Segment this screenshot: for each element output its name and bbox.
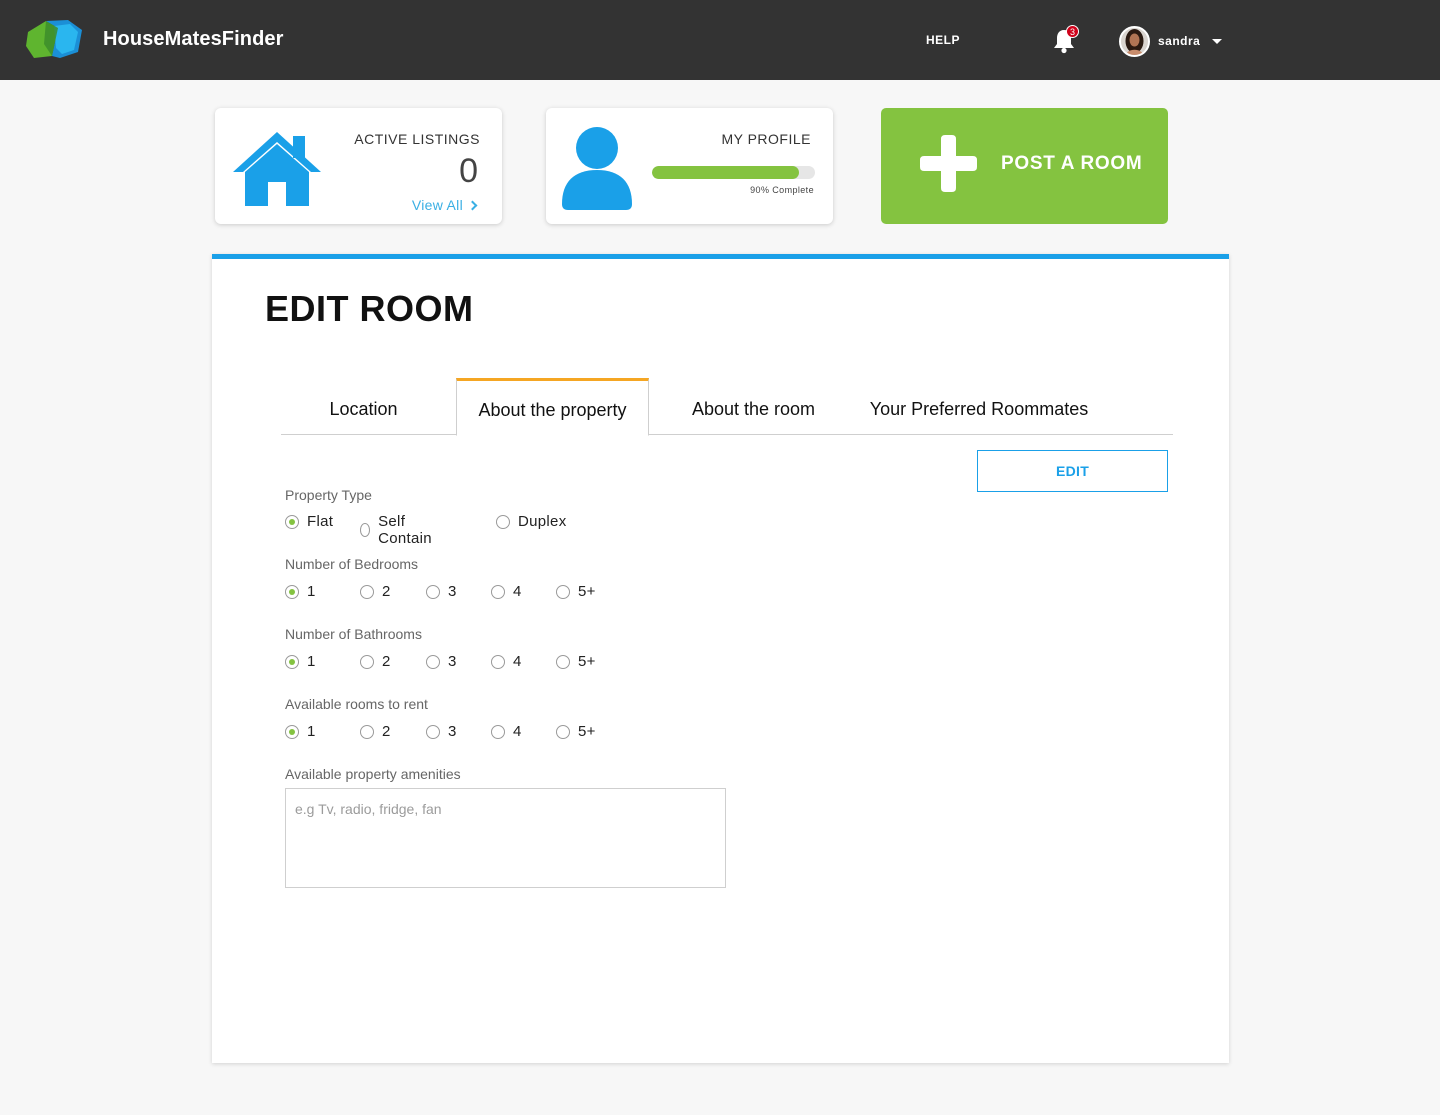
edit-button[interactable]: EDIT bbox=[977, 450, 1168, 492]
radio-dot[interactable] bbox=[285, 724, 299, 739]
radio-label: 5+ bbox=[578, 583, 596, 600]
active-listings-count: 0 bbox=[459, 152, 478, 190]
radio-rooms-3[interactable]: 3 bbox=[426, 723, 457, 740]
radio-label: 2 bbox=[382, 723, 391, 740]
radio-dot[interactable] bbox=[285, 584, 299, 599]
radio-rooms-1[interactable]: 1 bbox=[285, 723, 316, 740]
radio-label: 4 bbox=[513, 583, 522, 600]
radio-bathrooms-4[interactable]: 4 bbox=[491, 653, 522, 670]
profile-progress-bar bbox=[652, 166, 815, 179]
active-listings-card: ACTIVE LISTINGS 0 View All bbox=[215, 108, 502, 224]
plus-icon bbox=[920, 135, 977, 192]
tab-location[interactable]: Location bbox=[281, 378, 446, 435]
radio-dot[interactable] bbox=[496, 514, 510, 529]
radio-dot[interactable] bbox=[556, 724, 570, 739]
radio-rooms-2[interactable]: 2 bbox=[360, 723, 391, 740]
tab-bar: Location About the property About the ro… bbox=[281, 378, 1173, 436]
radio-bathrooms-1[interactable]: 1 bbox=[285, 653, 316, 670]
radio-bathrooms-5plus[interactable]: 5+ bbox=[556, 653, 596, 670]
radio-rooms-4[interactable]: 4 bbox=[491, 723, 522, 740]
radio-bathrooms-2[interactable]: 2 bbox=[360, 653, 391, 670]
house-icon bbox=[233, 132, 321, 206]
rooms-to-rent-label: Available rooms to rent bbox=[285, 696, 428, 712]
radio-bedrooms-4[interactable]: 4 bbox=[491, 583, 522, 600]
radio-label: 1 bbox=[307, 723, 316, 740]
tab-about-property[interactable]: About the property bbox=[456, 378, 649, 436]
radio-label: Self Contain bbox=[378, 513, 432, 547]
radio-label: 3 bbox=[448, 723, 457, 740]
radio-dot[interactable] bbox=[426, 724, 440, 739]
user-menu[interactable]: sandra bbox=[1119, 25, 1223, 57]
view-all-label: View All bbox=[411, 197, 463, 213]
top-navbar: HouseMatesFinder HELP 3 sandra bbox=[0, 0, 1440, 80]
bedrooms-label: Number of Bedrooms bbox=[285, 556, 419, 572]
radio-dot[interactable] bbox=[491, 724, 505, 739]
radio-dot[interactable] bbox=[491, 584, 505, 599]
radio-bedrooms-3[interactable]: 3 bbox=[426, 583, 457, 600]
radio-dot[interactable] bbox=[426, 584, 440, 599]
radio-label: 1 bbox=[307, 583, 316, 600]
post-a-room-label: POST A ROOM bbox=[1001, 153, 1143, 174]
radio-dot[interactable] bbox=[285, 654, 299, 669]
radio-dot[interactable] bbox=[285, 514, 299, 529]
radio-label: 4 bbox=[513, 723, 522, 740]
notification-badge: 3 bbox=[1066, 25, 1079, 38]
radio-label: 3 bbox=[448, 653, 457, 670]
radio-label: 2 bbox=[382, 653, 391, 670]
radio-label: 5+ bbox=[578, 723, 596, 740]
radio-dot[interactable] bbox=[360, 654, 374, 669]
tab-about-room[interactable]: About the room bbox=[671, 378, 836, 435]
radio-dot[interactable] bbox=[491, 654, 505, 669]
radio-label: Duplex bbox=[518, 513, 567, 530]
brand-name[interactable]: HouseMatesFinder bbox=[103, 28, 284, 51]
view-all-link[interactable]: View All bbox=[411, 197, 478, 213]
radio-flat[interactable]: Flat bbox=[285, 513, 333, 530]
amenities-textarea[interactable] bbox=[285, 788, 726, 888]
profile-progress-fill bbox=[652, 166, 799, 179]
radio-dot[interactable] bbox=[426, 654, 440, 669]
radio-dot[interactable] bbox=[556, 654, 570, 669]
avatar-photo-icon bbox=[1121, 27, 1148, 55]
radio-label: 4 bbox=[513, 653, 522, 670]
radio-bedrooms-2[interactable]: 2 bbox=[360, 583, 391, 600]
radio-label: 3 bbox=[448, 583, 457, 600]
tab-preferred-roommates[interactable]: Your Preferred Roommates bbox=[859, 378, 1099, 435]
chevron-right-icon bbox=[467, 200, 478, 210]
radio-dot[interactable] bbox=[556, 584, 570, 599]
caret-down-icon[interactable] bbox=[1212, 38, 1223, 44]
radio-label: 5+ bbox=[578, 653, 596, 670]
avatar bbox=[1119, 25, 1150, 57]
radio-bedrooms-5plus[interactable]: 5+ bbox=[556, 583, 596, 600]
bathrooms-label: Number of Bathrooms bbox=[285, 626, 422, 642]
my-profile-title: MY PROFILE bbox=[721, 131, 811, 147]
radio-label: 2 bbox=[382, 583, 391, 600]
my-profile-card[interactable]: MY PROFILE 90% Complete bbox=[546, 108, 833, 224]
radio-label: Flat bbox=[307, 513, 334, 530]
active-listings-title: ACTIVE LISTINGS bbox=[354, 131, 480, 147]
post-a-room-button[interactable]: POST A ROOM bbox=[881, 108, 1168, 224]
radio-dot[interactable] bbox=[360, 523, 371, 537]
edit-room-panel: EDIT ROOM Location About the property Ab… bbox=[212, 254, 1229, 1063]
property-type-label: Property Type bbox=[285, 487, 372, 503]
person-icon bbox=[562, 127, 632, 210]
help-link[interactable]: HELP bbox=[926, 33, 960, 47]
radio-duplex[interactable]: Duplex bbox=[496, 513, 567, 530]
radio-rooms-5plus[interactable]: 5+ bbox=[556, 723, 596, 740]
logo-icon[interactable] bbox=[24, 18, 86, 60]
username: sandra bbox=[1158, 34, 1201, 48]
radio-self-contain[interactable]: Self Contain bbox=[360, 513, 436, 547]
page-title: EDIT ROOM bbox=[265, 288, 474, 329]
radio-dot[interactable] bbox=[360, 584, 374, 599]
radio-label: 1 bbox=[307, 653, 316, 670]
profile-progress-label: 90% Complete bbox=[750, 185, 814, 195]
radio-dot[interactable] bbox=[360, 724, 374, 739]
radio-bathrooms-3[interactable]: 3 bbox=[426, 653, 457, 670]
amenities-label: Available property amenities bbox=[285, 766, 461, 782]
radio-bedrooms-1[interactable]: 1 bbox=[285, 583, 316, 600]
